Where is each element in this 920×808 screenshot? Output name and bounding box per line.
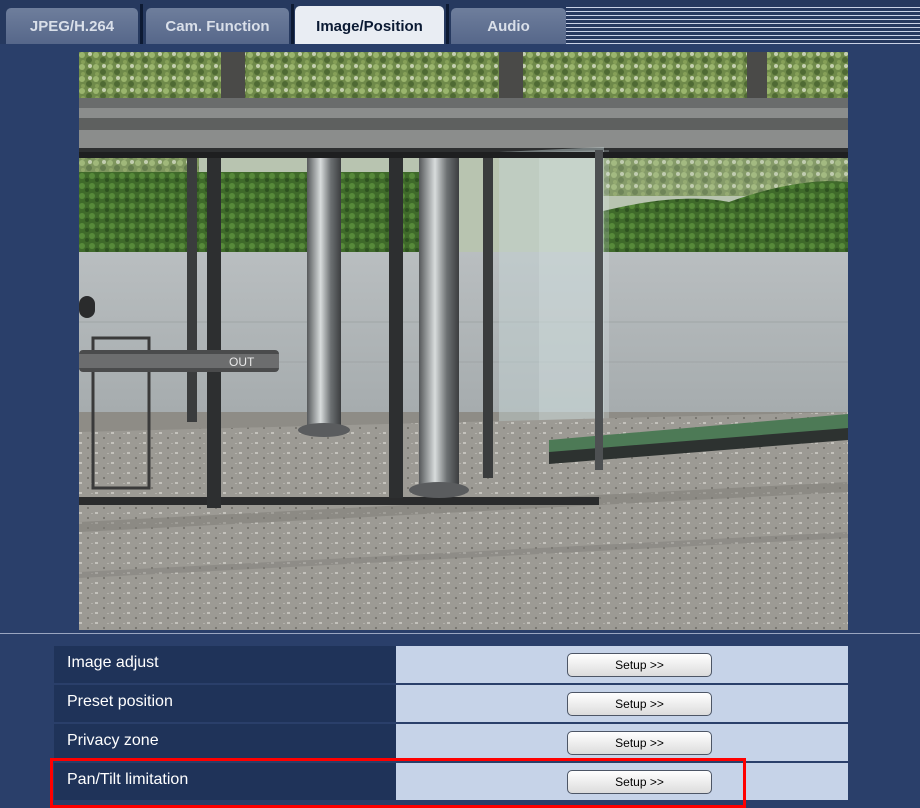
pan-tilt-limitation-setup-button[interactable]: Setup >>: [567, 770, 712, 794]
row-cell: Setup >>: [396, 724, 848, 761]
tab-bar-stripes: [566, 7, 920, 44]
preset-position-setup-button[interactable]: Setup >>: [567, 692, 712, 716]
settings-table: Image adjust Setup >> Preset position Se…: [54, 646, 848, 802]
scene-sign-text: OUT: [229, 355, 255, 369]
settings-row-image-adjust: Image adjust Setup >>: [54, 646, 848, 685]
tab-jpeg-h264[interactable]: JPEG/H.264: [6, 8, 138, 44]
tab-divider: [291, 4, 294, 44]
row-label: Pan/Tilt limitation: [54, 763, 396, 800]
tab-cam-function[interactable]: Cam. Function: [146, 8, 289, 44]
settings-row-pan-tilt-limitation: Pan/Tilt limitation Setup >>: [54, 763, 848, 802]
tab-divider: [140, 4, 143, 44]
privacy-zone-setup-button[interactable]: Setup >>: [567, 731, 712, 755]
row-label: Preset position: [54, 685, 396, 722]
tab-divider: [446, 4, 449, 44]
tab-audio[interactable]: Audio: [451, 8, 566, 44]
settings-row-preset-position: Preset position Setup >>: [54, 685, 848, 724]
tab-image-position[interactable]: Image/Position: [295, 6, 444, 44]
section-divider: [0, 633, 920, 634]
row-label: Image adjust: [54, 646, 396, 683]
tab-bar: JPEG/H.264 Cam. Function Image/Position …: [0, 0, 920, 44]
camera-scene: OUT: [79, 52, 848, 630]
settings-row-privacy-zone: Privacy zone Setup >>: [54, 724, 848, 763]
row-cell: Setup >>: [396, 685, 848, 722]
camera-live-image: OUT: [79, 52, 848, 630]
row-label: Privacy zone: [54, 724, 396, 761]
row-cell: Setup >>: [396, 646, 848, 683]
row-cell: Setup >>: [396, 763, 848, 800]
image-adjust-setup-button[interactable]: Setup >>: [567, 653, 712, 677]
